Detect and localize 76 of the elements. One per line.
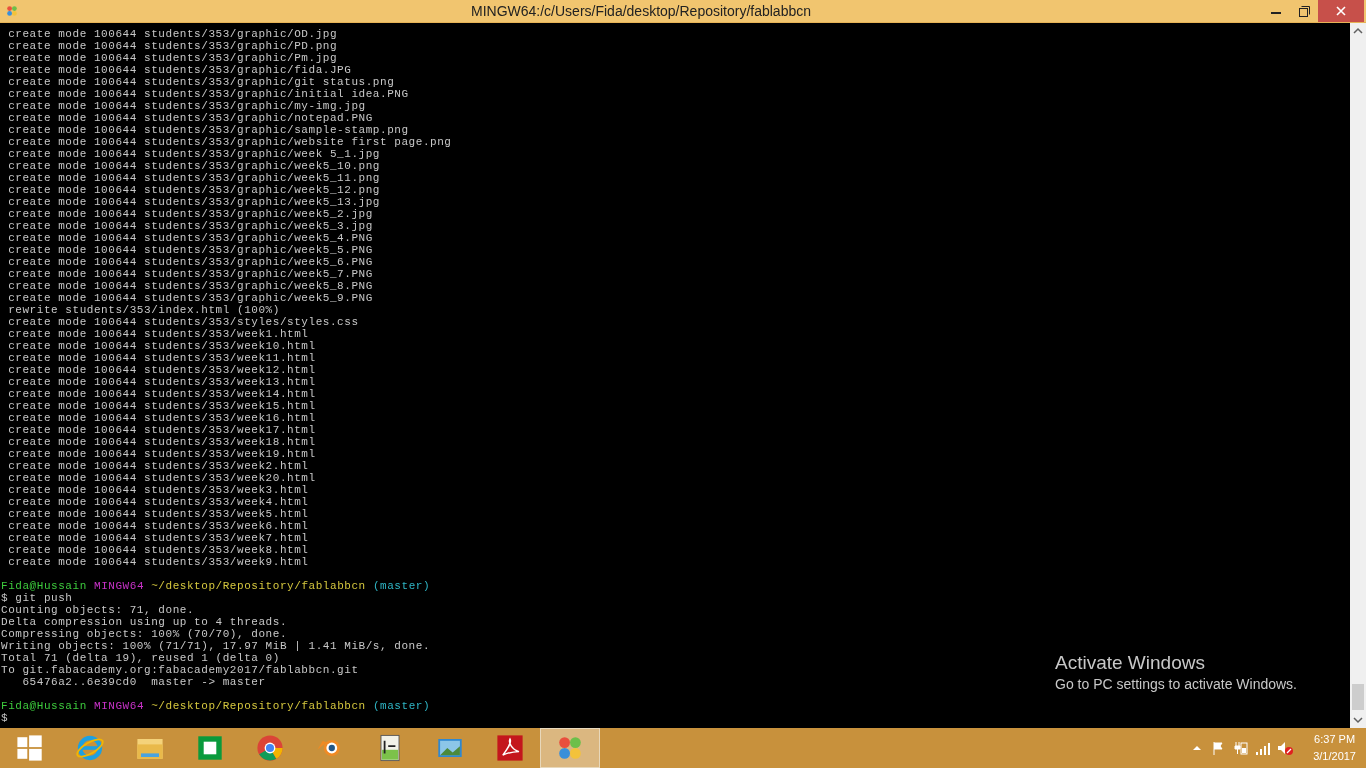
terminal-line: create mode 100644 students/353/week17.html — [7, 424, 316, 436]
terminal-line: create mode 100644 students/353/week12.html — [7, 364, 316, 376]
prompt-path: ~/desktop/Repository/fablabbcn — [151, 700, 366, 712]
terminal-line: create mode 100644 students/353/week3.html — [7, 484, 309, 496]
terminal-line: create mode 100644 students/353/graphic/fida.JPG — [7, 64, 352, 76]
app-icon[interactable] — [4, 3, 20, 19]
terminal-line: create mode 100644 students/353/week16.html — [7, 412, 316, 424]
prompt-system: MINGW64 — [94, 580, 145, 592]
window-title: MINGW64:/c/Users/Fida/desktop/Repository/fablabbcn — [470, 3, 812, 19]
terminal-line: $ git push — [1, 592, 73, 604]
prompt-user: Fida@Hussain — [1, 580, 87, 592]
terminal-line: create mode 100644 students/353/graphic/week5_9.PNG — [7, 292, 373, 304]
activation-message: Go to PC settings to activate Windows. — [1055, 675, 1297, 693]
clock-time[interactable]: 6:37 PM — [1314, 731, 1356, 748]
terminal-line: Counting objects: 71, done. — [1, 604, 195, 616]
terminal-line: create mode 100644 students/353/week7.html — [7, 532, 309, 544]
terminal-line: create mode 100644 students/353/graphic/notepad.PNG — [7, 112, 373, 124]
terminal-line: Writing objects: 100% (71/71), 17.97 MiB | 1.41 MiB/s, done. — [1, 640, 431, 652]
terminal-line: create mode 100644 students/353/styles/styles.css — [7, 316, 359, 328]
terminal-line: Total 71 (delta 19), reused 1 (delta 0) — [1, 652, 280, 664]
terminal-line: create mode 100644 students/353/graphic/my-img.jpg — [7, 100, 366, 112]
terminal-line: create mode 100644 students/353/graphic/week5_5.PNG — [7, 244, 373, 256]
terminal-line: Compressing objects: 100% (70/70), done. — [1, 628, 288, 640]
terminal-line: create mode 100644 students/353/week6.html — [7, 520, 309, 532]
prompt-branch: (master) — [372, 580, 431, 592]
close-icon — [1336, 6, 1346, 16]
scroll-thumb[interactable] — [1352, 684, 1364, 710]
scrollbar[interactable] — [1350, 23, 1366, 728]
battery-icon[interactable] — [1233, 740, 1250, 756]
terminal-line: create mode 100644 students/353/graphic/week5_2.jpg — [7, 208, 373, 220]
terminal-line: create mode 100644 students/353/week11.html — [7, 352, 316, 364]
terminal-line: create mode 100644 students/353/graphic/git status.png — [7, 76, 395, 88]
prompt-system: MINGW64 — [94, 700, 145, 712]
terminal-line: create mode 100644 students/353/graphic/website first page.png — [7, 136, 452, 148]
terminal-line: create mode 100644 students/353/week1.html — [7, 328, 309, 340]
clock-date[interactable]: 3/1/2017 — [1313, 748, 1356, 765]
terminal-line: create mode 100644 students/353/week15.html — [7, 400, 316, 412]
terminal-line: create mode 100644 students/353/week9.html — [7, 556, 309, 568]
terminal-line: create mode 100644 students/353/week2.html — [7, 460, 309, 472]
terminal-line: create mode 100644 students/353/graphic/week5_3.jpg — [7, 220, 373, 232]
prompt-branch: (master) — [372, 700, 431, 712]
terminal-line: $ — [1, 712, 9, 724]
signal-icon[interactable] — [1255, 740, 1272, 756]
terminal-line: create mode 100644 students/353/graphic/week5_4.PNG — [7, 232, 373, 244]
prompt-path: ~/desktop/Repository/fablabbcn — [151, 580, 366, 592]
terminal-line: To git.fabacademy.org:fabacademy2017/fablabbcn.git — [1, 664, 359, 676]
terminal-line: create mode 100644 students/353/graphic/Pm.jpg — [7, 52, 338, 64]
terminal-line: create mode 100644 students/353/week13.html — [7, 376, 316, 388]
terminal-line: create mode 100644 students/353/week8.html — [7, 544, 309, 556]
terminal-line: rewrite students/353/index.html (100%) — [7, 304, 280, 316]
terminal-line: create mode 100644 students/353/graphic/PD.png — [7, 40, 338, 52]
terminal-line: create mode 100644 students/353/week4.html — [7, 496, 309, 508]
terminal-line: create mode 100644 students/353/graphic/week5_13.jpg — [7, 196, 380, 208]
terminal-line: create mode 100644 students/353/week5.html — [7, 508, 309, 520]
terminal-line: create mode 100644 students/353/graphic/week5_7.PNG — [7, 268, 373, 280]
terminal-line: create mode 100644 students/353/week19.html — [7, 448, 316, 460]
terminal-line: create mode 100644 students/353/week20.html — [7, 472, 316, 484]
maximize-icon — [1298, 5, 1310, 17]
taskbar-app[interactable] — [540, 728, 600, 768]
terminal-line: create mode 100644 students/353/week14.html — [7, 388, 316, 400]
terminal-line: create mode 100644 students/353/week18.html — [7, 436, 316, 448]
terminal-line: create mode 100644 students/353/graphic/sample-stamp.png — [7, 124, 409, 136]
terminal-line: Delta compression using up to 4 threads. — [1, 616, 288, 628]
terminal-line: create mode 100644 students/353/week10.html — [7, 340, 316, 352]
terminal-line: create mode 100644 students/353/graphic/week5_12.png — [7, 184, 380, 196]
terminal-line: create mode 100644 students/353/graphic/week5_10.png — [7, 160, 380, 172]
terminal-line: create mode 100644 students/353/graphic/week5_6.PNG — [7, 256, 373, 268]
terminal-line: 65476a2..6e39cd0 master -> master — [21, 676, 266, 688]
terminal-line: create mode 100644 students/353/graphic/week 5_1.jpg — [7, 148, 380, 160]
terminal-line: create mode 100644 students/353/graphic/initial idea.PNG — [7, 88, 409, 100]
terminal-line: create mode 100644 students/353/graphic/week5_8.PNG — [7, 280, 373, 292]
activation-title: Activate Windows — [1055, 651, 1206, 675]
terminal-line: create mode 100644 students/353/graphic/OD.jpg — [7, 28, 338, 40]
prompt-user: Fida@Hussain — [1, 700, 87, 712]
speaker-muted-icon[interactable] — [1277, 740, 1294, 756]
terminal-line: create mode 100644 students/353/graphic/week5_11.png — [7, 172, 380, 184]
